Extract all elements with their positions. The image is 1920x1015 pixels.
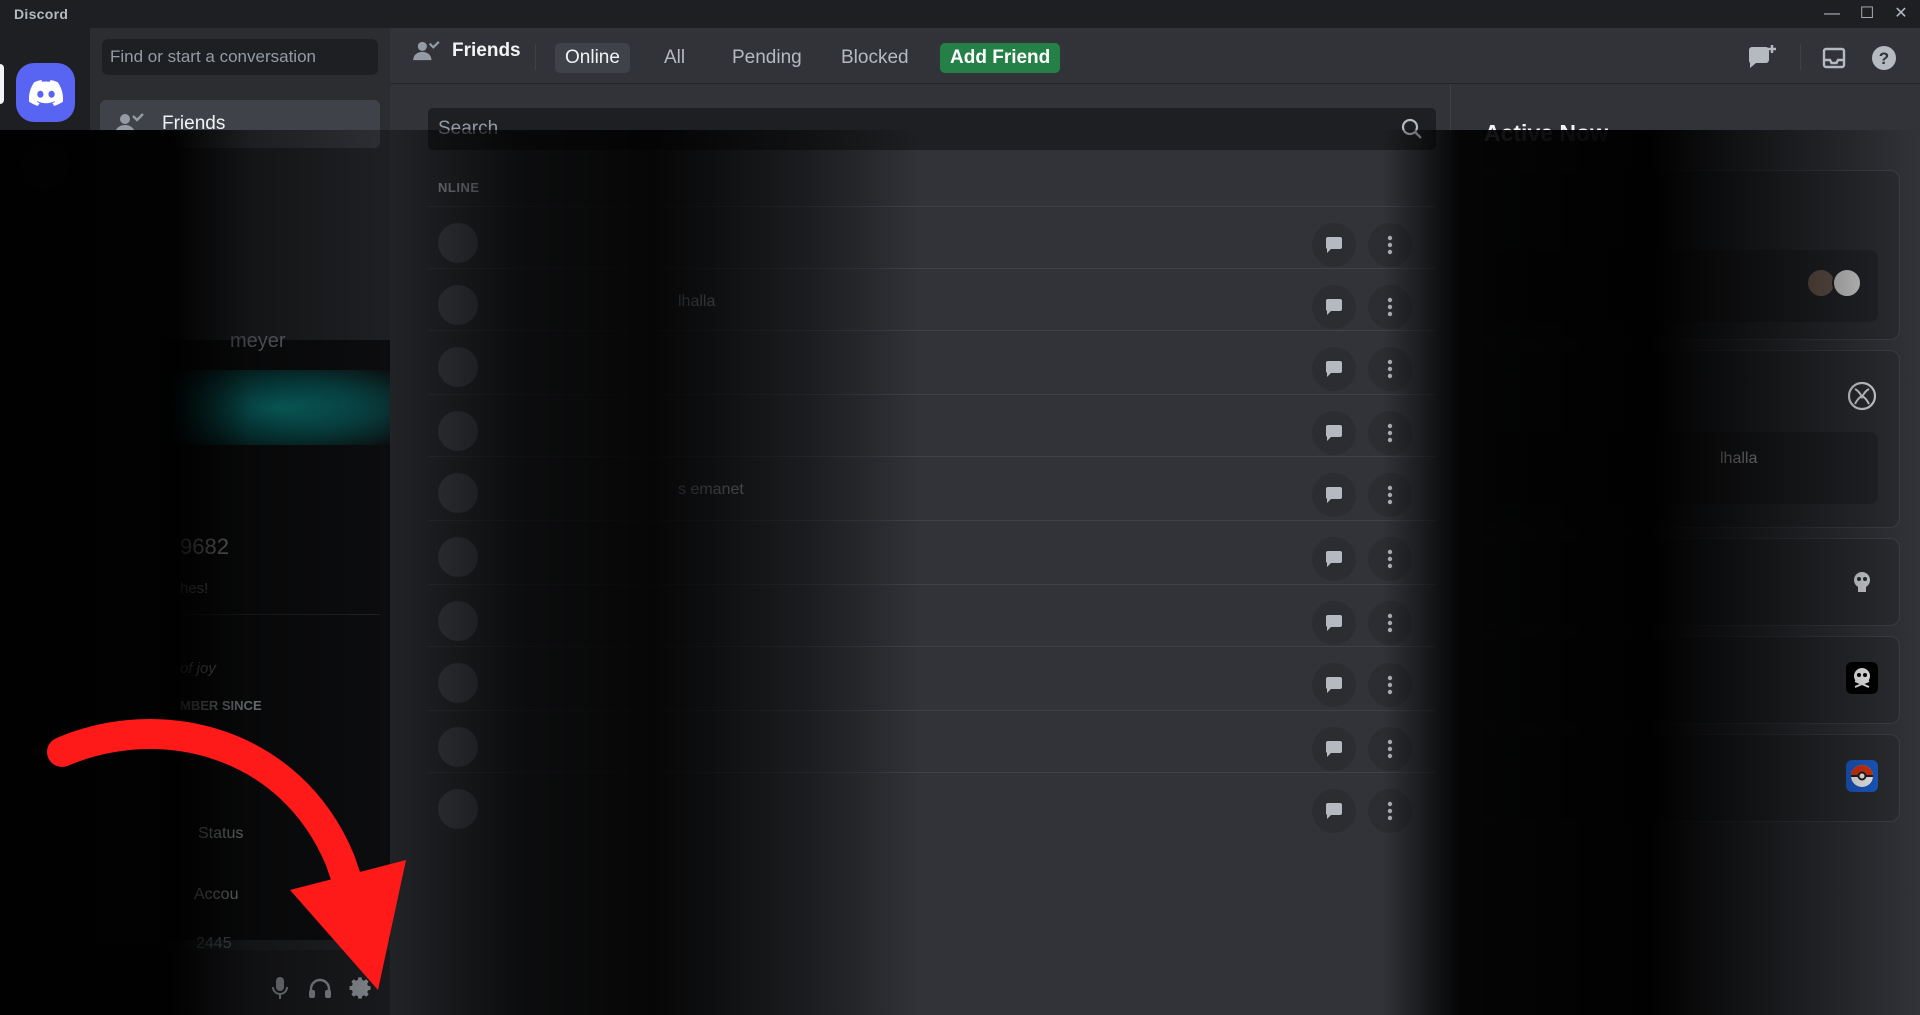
header-divider	[535, 44, 536, 70]
more-options-icon[interactable]	[1368, 223, 1412, 267]
server-rail	[0, 28, 90, 1015]
avatar	[438, 411, 478, 451]
avatar	[438, 347, 478, 387]
message-icon[interactable]	[1312, 727, 1356, 771]
friends-search-input[interactable]: Search	[428, 108, 1436, 150]
profile-about: hes!	[180, 580, 209, 597]
profile-name: meyer	[230, 330, 286, 352]
more-options-icon[interactable]	[1368, 727, 1412, 771]
message-icon[interactable]	[1312, 473, 1356, 517]
friend-status-text: s emanet	[678, 481, 744, 498]
add-friend-button[interactable]: Add Friend	[940, 43, 1061, 73]
message-icon[interactable]	[1312, 411, 1356, 455]
activity-card[interactable]	[1482, 538, 1900, 626]
avatar	[438, 223, 478, 263]
online-count-heading: NLINE	[438, 180, 480, 195]
activity-card[interactable]	[1482, 734, 1900, 822]
activity-detail[interactable]	[1496, 432, 1878, 504]
avatar	[438, 727, 478, 767]
avatar	[438, 537, 478, 577]
member-since-heading: MBER SINCE	[180, 698, 262, 713]
header-divider	[1800, 44, 1801, 70]
header-friends-title: Friends	[412, 40, 521, 62]
activity-card[interactable]	[1482, 636, 1900, 724]
activity-text: lhalla	[1720, 450, 1758, 467]
find-conversation-button[interactable]: Find or start a conversation	[102, 39, 378, 75]
home-indicator	[0, 64, 4, 104]
user-tag: 2445	[196, 935, 232, 952]
tab-blocked[interactable]: Blocked	[831, 43, 919, 73]
settings-gear-icon[interactable]	[345, 973, 375, 1003]
avatar	[438, 473, 478, 513]
more-options-icon[interactable]	[1368, 789, 1412, 833]
more-options-icon[interactable]	[1368, 663, 1412, 707]
new-group-dm-icon[interactable]	[1746, 42, 1778, 74]
tab-pending[interactable]: Pending	[722, 43, 812, 73]
message-icon[interactable]	[1312, 537, 1356, 581]
more-options-icon[interactable]	[1368, 537, 1412, 581]
more-options-icon[interactable]	[1368, 411, 1412, 455]
set-status-item[interactable]: Status	[198, 825, 243, 843]
window-titlebar: Discord — ☐ ✕	[0, 0, 1920, 28]
more-options-icon[interactable]	[1368, 347, 1412, 391]
profile-banner	[160, 370, 390, 445]
tab-all[interactable]: All	[654, 43, 695, 73]
discord-logo-icon	[28, 79, 63, 106]
svg-text:?: ?	[1879, 49, 1889, 68]
headphones-icon[interactable]	[305, 973, 335, 1003]
profile-divider	[180, 614, 380, 615]
message-icon[interactable]	[1312, 601, 1356, 645]
friend-row[interactable]	[428, 772, 1436, 848]
header-title-text: Friends	[452, 40, 521, 61]
search-icon	[1400, 117, 1424, 146]
home-button[interactable]	[16, 63, 75, 122]
message-icon[interactable]	[1312, 663, 1356, 707]
friend-status-text: lhalla	[678, 293, 716, 310]
friends-icon	[413, 41, 440, 61]
microphone-icon[interactable]	[265, 973, 295, 1003]
more-options-icon[interactable]	[1368, 285, 1412, 329]
game-icon	[1846, 566, 1878, 598]
close-button[interactable]: ✕	[1884, 0, 1918, 28]
server-icon[interactable]	[21, 141, 69, 189]
sidebar-item-friends[interactable]: Friends	[100, 100, 380, 148]
message-icon[interactable]	[1312, 285, 1356, 329]
inbox-icon[interactable]	[1818, 42, 1850, 74]
avatar	[438, 601, 478, 641]
guild-separator	[31, 131, 59, 133]
message-icon[interactable]	[1312, 347, 1356, 391]
xbox-icon	[1846, 380, 1878, 412]
friends-icon	[115, 113, 144, 134]
minimize-button[interactable]: —	[1815, 0, 1849, 28]
tab-online[interactable]: Online	[555, 43, 630, 73]
message-icon[interactable]	[1312, 789, 1356, 833]
avatar	[438, 789, 478, 829]
avatar	[1832, 268, 1862, 298]
app-name: Discord	[14, 6, 69, 22]
active-now-title: Active Now	[1484, 120, 1608, 146]
maximize-button[interactable]: ☐	[1850, 0, 1884, 28]
pokemon-go-icon	[1846, 760, 1878, 792]
message-icon[interactable]	[1312, 223, 1356, 267]
sidebar-item-label: Friends	[162, 113, 226, 134]
more-options-icon[interactable]	[1368, 473, 1412, 517]
more-options-icon[interactable]	[1368, 601, 1412, 645]
skull-game-icon	[1846, 662, 1878, 694]
profile-quote: of joy	[180, 660, 216, 677]
help-icon[interactable]: ?	[1868, 42, 1900, 74]
avatar	[438, 663, 478, 703]
avatar	[438, 285, 478, 325]
profile-username: 9682	[180, 534, 229, 559]
switch-accounts-item[interactable]: Accou	[194, 886, 238, 904]
